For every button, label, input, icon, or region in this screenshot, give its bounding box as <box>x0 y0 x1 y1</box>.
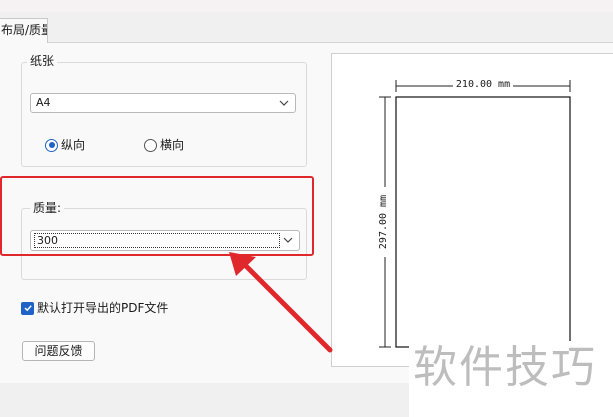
watermark-text: 软件技巧 <box>413 342 597 393</box>
